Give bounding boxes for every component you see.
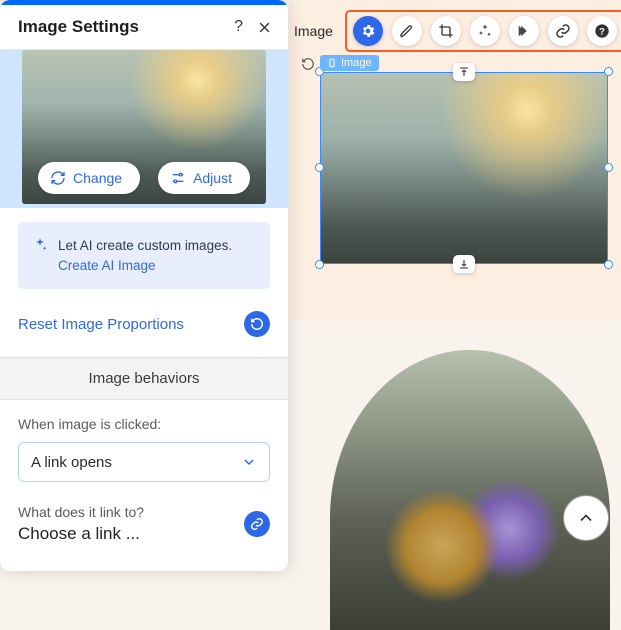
click-action-value: A link opens bbox=[31, 454, 112, 471]
ai-text: Let AI create custom images. bbox=[58, 238, 232, 253]
toolbar-highlight: ? bbox=[345, 10, 621, 52]
link-settings-button[interactable] bbox=[244, 511, 270, 537]
adjust-image-button[interactable]: Adjust bbox=[158, 162, 250, 194]
svg-text:?: ? bbox=[599, 26, 605, 36]
resize-handle-ml[interactable] bbox=[315, 163, 324, 172]
help-button[interactable]: ? bbox=[587, 16, 617, 46]
element-toolbar-label: Image bbox=[294, 23, 333, 39]
element-toolbar: Image ? bbox=[288, 10, 621, 52]
crop-button[interactable] bbox=[431, 16, 461, 46]
resize-handle-tr[interactable] bbox=[604, 67, 613, 76]
resize-handle-bl[interactable] bbox=[315, 260, 324, 269]
click-action-select[interactable]: A link opens bbox=[18, 442, 270, 482]
click-action-field: When image is clicked: A link opens bbox=[0, 400, 288, 482]
change-image-button[interactable]: Change bbox=[38, 162, 140, 194]
create-ai-image-link[interactable]: Create AI Image bbox=[58, 258, 156, 273]
scroll-to-top-button[interactable] bbox=[563, 495, 609, 541]
selected-image-element[interactable] bbox=[320, 72, 608, 264]
settings-button[interactable] bbox=[353, 16, 383, 46]
undo-icon[interactable] bbox=[299, 55, 317, 73]
stretch-top-button[interactable] bbox=[453, 63, 475, 81]
animation-button[interactable] bbox=[509, 16, 539, 46]
element-type-badge[interactable]: Image bbox=[320, 55, 379, 71]
behaviors-section-header: Image behaviors bbox=[0, 357, 288, 400]
panel-title: Image Settings bbox=[18, 17, 139, 37]
resize-handle-br[interactable] bbox=[604, 260, 613, 269]
resize-handle-mr[interactable] bbox=[604, 163, 613, 172]
selection-border bbox=[320, 72, 608, 264]
image-settings-panel: Image Settings ? Change Adjust Let AI cr… bbox=[0, 0, 288, 571]
link-target-field: What does it link to? Choose a link ... bbox=[0, 482, 288, 562]
stretch-bottom-button[interactable] bbox=[453, 255, 475, 273]
filters-button[interactable] bbox=[470, 16, 500, 46]
chevron-down-icon bbox=[241, 454, 257, 470]
adjust-label: Adjust bbox=[193, 170, 232, 186]
click-action-label: When image is clicked: bbox=[18, 416, 270, 432]
element-type-label: Image bbox=[341, 57, 372, 69]
ai-banner: Let AI create custom images. Create AI I… bbox=[18, 222, 270, 289]
panel-help-icon[interactable]: ? bbox=[234, 19, 243, 35]
link-target-label: What does it link to? bbox=[18, 504, 144, 520]
reset-proportions-row: Reset Image Proportions bbox=[0, 303, 288, 357]
link-button[interactable] bbox=[548, 16, 578, 46]
sparkle-icon bbox=[32, 237, 48, 258]
ai-banner-text: Let AI create custom images. Create AI I… bbox=[58, 236, 256, 275]
close-icon[interactable] bbox=[257, 20, 272, 35]
panel-header: Image Settings ? bbox=[0, 5, 288, 50]
image-preview: Change Adjust bbox=[0, 50, 288, 208]
design-button[interactable] bbox=[392, 16, 422, 46]
link-target-value[interactable]: Choose a link ... bbox=[18, 524, 144, 544]
reset-proportions-link[interactable]: Reset Image Proportions bbox=[18, 316, 184, 333]
change-label: Change bbox=[73, 170, 122, 186]
reset-proportions-button[interactable] bbox=[244, 311, 270, 337]
